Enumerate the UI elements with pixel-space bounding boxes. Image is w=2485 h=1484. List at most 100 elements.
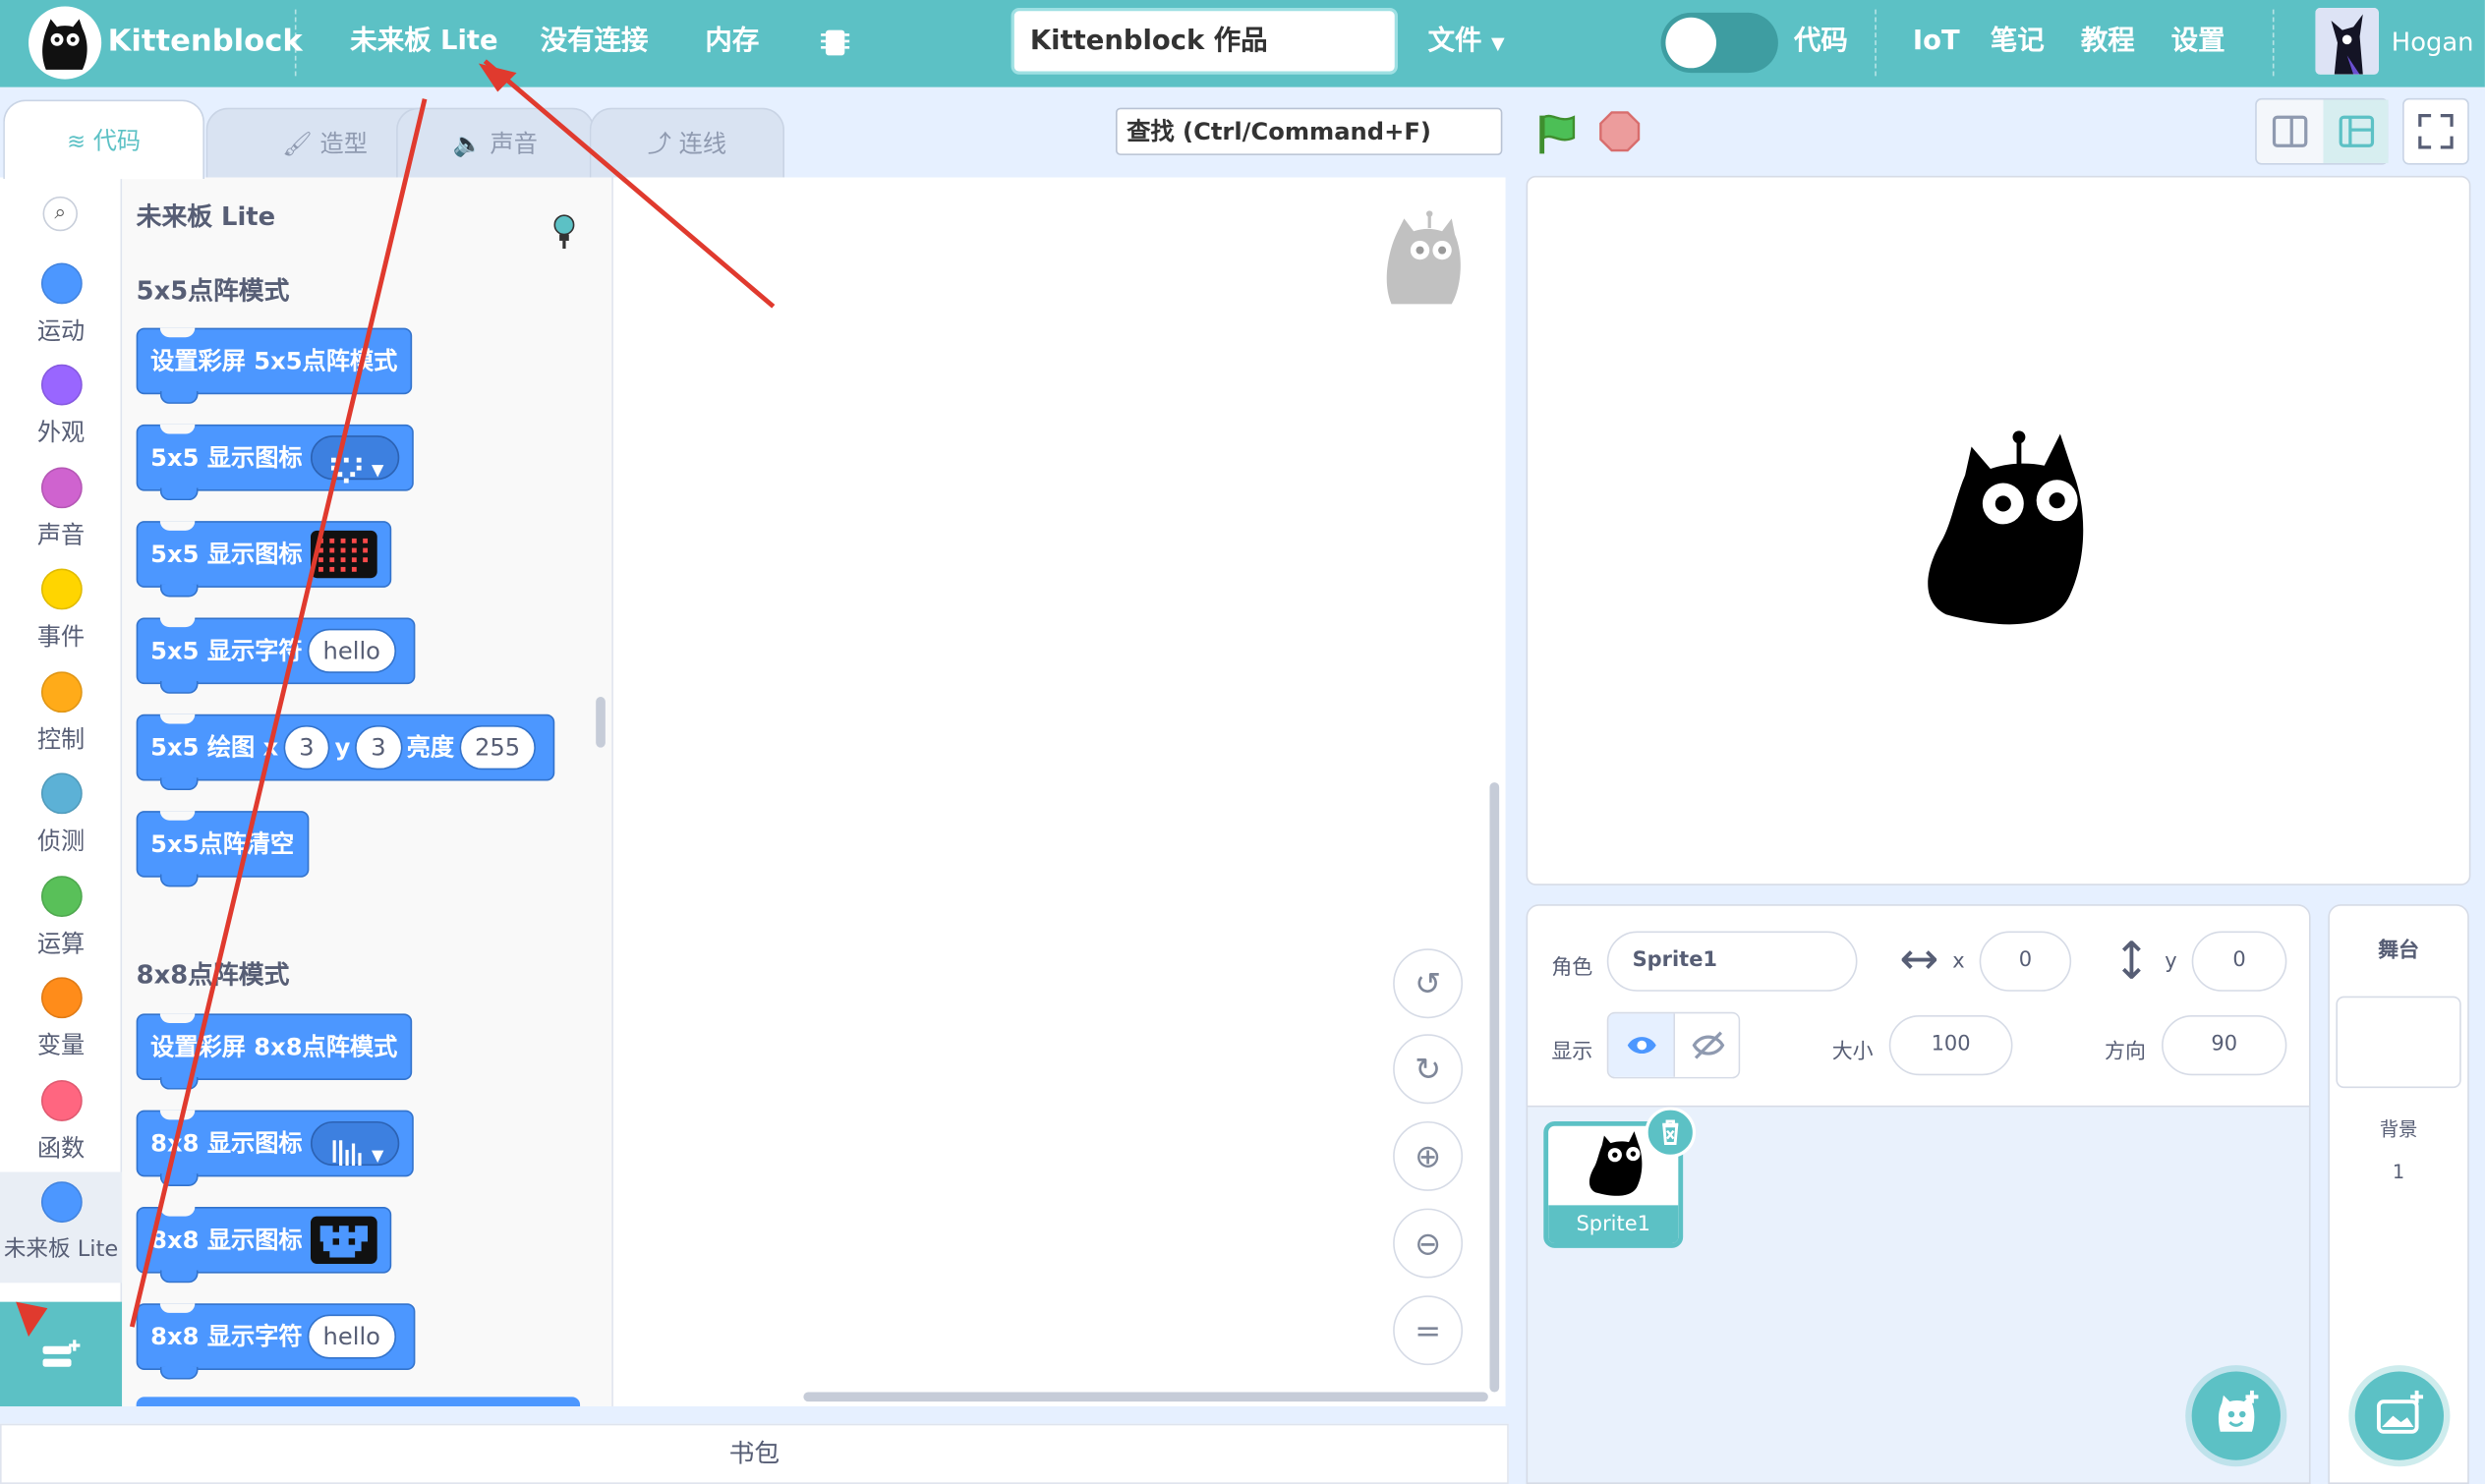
direction-input[interactable]: 90 xyxy=(2162,1014,2287,1076)
block-5x5-show-icon-matrix[interactable]: 5x5 显示图标 xyxy=(136,521,392,598)
category-dot xyxy=(40,977,83,1019)
backdrop-label: 背景 xyxy=(2379,1117,2418,1141)
green-flag-icon[interactable] xyxy=(1535,111,1577,155)
led-matrix-editor[interactable] xyxy=(311,1215,377,1264)
search-icon[interactable]: ⌕ xyxy=(42,196,78,232)
category-looks[interactable]: 外观 xyxy=(0,364,122,448)
connection-menu[interactable]: 没有连接 xyxy=(541,0,649,87)
iot-menu[interactable]: IoT xyxy=(1913,0,1960,87)
category-variables[interactable]: 变量 xyxy=(0,977,122,1060)
icon-dropdown[interactable]: ▼ xyxy=(311,434,400,483)
caret-down-icon: ▼ xyxy=(1490,32,1505,54)
stop-icon[interactable] xyxy=(1599,111,1641,152)
direction-label: 方向 xyxy=(2105,1040,2146,1064)
stage-canvas[interactable] xyxy=(1526,175,2471,885)
partial-block[interactable] xyxy=(136,1397,581,1407)
category-events[interactable]: 事件 xyxy=(0,568,122,653)
icon-dropdown[interactable]: ▼ xyxy=(311,1120,400,1166)
project-title-input[interactable]: Kittenblock 作品 xyxy=(1011,8,1398,75)
code-workspace[interactable] xyxy=(612,177,1506,1407)
large-stage-button[interactable] xyxy=(2323,99,2389,163)
sprite-watermark-icon xyxy=(1382,209,1465,311)
memory-menu[interactable]: 内存 xyxy=(705,0,759,87)
x-input[interactable]: 0 xyxy=(1979,931,2072,992)
redo-icon: ↻ xyxy=(1415,1050,1442,1089)
workspace-vertical-scrollbar[interactable] xyxy=(1489,782,1500,1393)
hide-sprite-button[interactable] xyxy=(1675,1013,1739,1077)
menu-bar: Kittenblock 未来板 Lite 没有连接 内存 Kittenblock… xyxy=(0,0,2485,87)
x-input[interactable]: 3 xyxy=(283,724,330,770)
category-dot xyxy=(40,364,83,406)
user-avatar[interactable] xyxy=(2315,8,2379,75)
tab-label: 代码 xyxy=(92,126,142,155)
sprite-cat-icon[interactable] xyxy=(1921,428,2086,633)
category-motion[interactable]: 运动 xyxy=(0,262,122,347)
undo-button[interactable]: ↺ xyxy=(1393,948,1464,1019)
app-name[interactable]: Kittenblock xyxy=(108,0,303,87)
category-operators[interactable]: 运算 xyxy=(0,876,122,959)
file-menu[interactable]: 文件 ▼ xyxy=(1428,0,1505,87)
tutorial-menu[interactable]: 教程 xyxy=(2081,0,2135,87)
zoom-out-icon: ⊖ xyxy=(1415,1224,1442,1263)
category-future-board-lite[interactable]: 未来板 Lite xyxy=(0,1171,123,1284)
tab-sounds[interactable]: 🔈 声音 xyxy=(396,107,595,178)
toggle-knob xyxy=(1665,17,1717,69)
code-mode-toggle[interactable] xyxy=(1660,12,1778,74)
add-backdrop-button[interactable] xyxy=(2354,1371,2445,1460)
category-dot xyxy=(40,671,83,713)
category-sensing[interactable]: 侦测 xyxy=(0,772,122,856)
sprite-info-panel: 角色 Sprite1 x 0 y 0 显示 大小 100 方向 90 xyxy=(1526,904,2311,1108)
block-5x5-draw[interactable]: 5x5 绘图 x3y3亮度255 xyxy=(136,713,555,791)
small-stage-button[interactable] xyxy=(2257,100,2322,163)
y-input[interactable]: 0 xyxy=(2191,931,2287,992)
block-set-8x8-mode[interactable]: 设置彩屏 8x8点阵模式 xyxy=(136,1013,412,1090)
block-8x8-show-icon-matrix[interactable]: 8x8 显示图标 xyxy=(136,1206,392,1284)
category-label: 未来板 Lite xyxy=(3,1236,119,1263)
extension-connect-icon[interactable] xyxy=(549,212,578,251)
block-8x8-show-text[interactable]: 8x8 显示字符 hello xyxy=(136,1303,416,1380)
code-tab-icon: ≋ xyxy=(67,130,87,155)
block-label: 8x8 显示图标 xyxy=(150,1226,303,1255)
brightness-input[interactable]: 255 xyxy=(458,724,537,770)
size-input[interactable]: 100 xyxy=(1888,1014,2013,1076)
annotation-arrowhead xyxy=(13,1295,51,1340)
small-stage-icon xyxy=(2272,115,2308,147)
text-input[interactable]: hello xyxy=(307,627,397,673)
workspace-horizontal-scrollbar[interactable] xyxy=(803,1392,1488,1402)
user-name[interactable]: Hogan xyxy=(2392,0,2474,87)
block-5x5-show-text[interactable]: 5x5 显示字符 hello xyxy=(136,617,416,694)
notes-menu[interactable]: 笔记 xyxy=(1991,0,2045,87)
palette-scrollbar[interactable] xyxy=(596,697,606,748)
y-input[interactable]: 3 xyxy=(355,724,402,770)
kittenblock-logo-icon[interactable] xyxy=(29,6,102,80)
category-menu: ⌕ 运动 外观 声音 事件 控制 侦测 运算 变量 函数 未来板 Lite xyxy=(0,177,123,1407)
block-5x5-show-icon-menu[interactable]: 5x5 显示图标 ▼ xyxy=(136,424,414,501)
category-functions[interactable]: 函数 xyxy=(0,1080,122,1164)
tab-wiring[interactable]: ⤴ 连线 xyxy=(589,107,785,178)
add-sprite-button[interactable] xyxy=(2191,1371,2281,1460)
fullscreen-button[interactable] xyxy=(2402,97,2469,165)
sprite-name-input[interactable]: Sprite1 xyxy=(1606,931,1858,992)
zoom-in-button[interactable]: ⊕ xyxy=(1393,1120,1464,1191)
category-dot xyxy=(40,467,83,509)
block-palette: 未来板 Lite 5x5点阵模式 设置彩屏 5x5点阵模式 5x5 显示图标 ▼… xyxy=(122,177,613,1407)
block-set-5x5-mode[interactable]: 设置彩屏 5x5点阵模式 xyxy=(136,327,412,404)
settings-menu[interactable]: 设置 xyxy=(2171,0,2225,87)
block-5x5-clear[interactable]: 5x5点阵清空 xyxy=(136,811,309,887)
chip-icon[interactable] xyxy=(820,26,851,60)
backpack-bar[interactable]: 书包 xyxy=(0,1423,1509,1484)
delete-sprite-button[interactable] xyxy=(1645,1107,1697,1159)
section-5x5: 5x5点阵模式 xyxy=(136,275,290,307)
zoom-reset-button[interactable]: = xyxy=(1393,1295,1464,1366)
category-label: 外观 xyxy=(36,418,86,447)
category-control[interactable]: 控制 xyxy=(0,671,122,755)
redo-button[interactable]: ↻ xyxy=(1393,1034,1464,1105)
tab-code[interactable]: ≋ 代码 xyxy=(3,99,204,180)
zoom-out-button[interactable]: ⊖ xyxy=(1393,1208,1464,1279)
category-label: 运算 xyxy=(36,929,86,958)
show-sprite-button[interactable] xyxy=(1608,1013,1676,1077)
text-input[interactable]: hello xyxy=(307,1313,397,1358)
backdrop-thumbnail[interactable] xyxy=(2336,996,2461,1089)
category-sound[interactable]: 声音 xyxy=(0,467,122,550)
block-search-input[interactable]: 查找 (Ctrl/Command+F) xyxy=(1115,107,1503,155)
